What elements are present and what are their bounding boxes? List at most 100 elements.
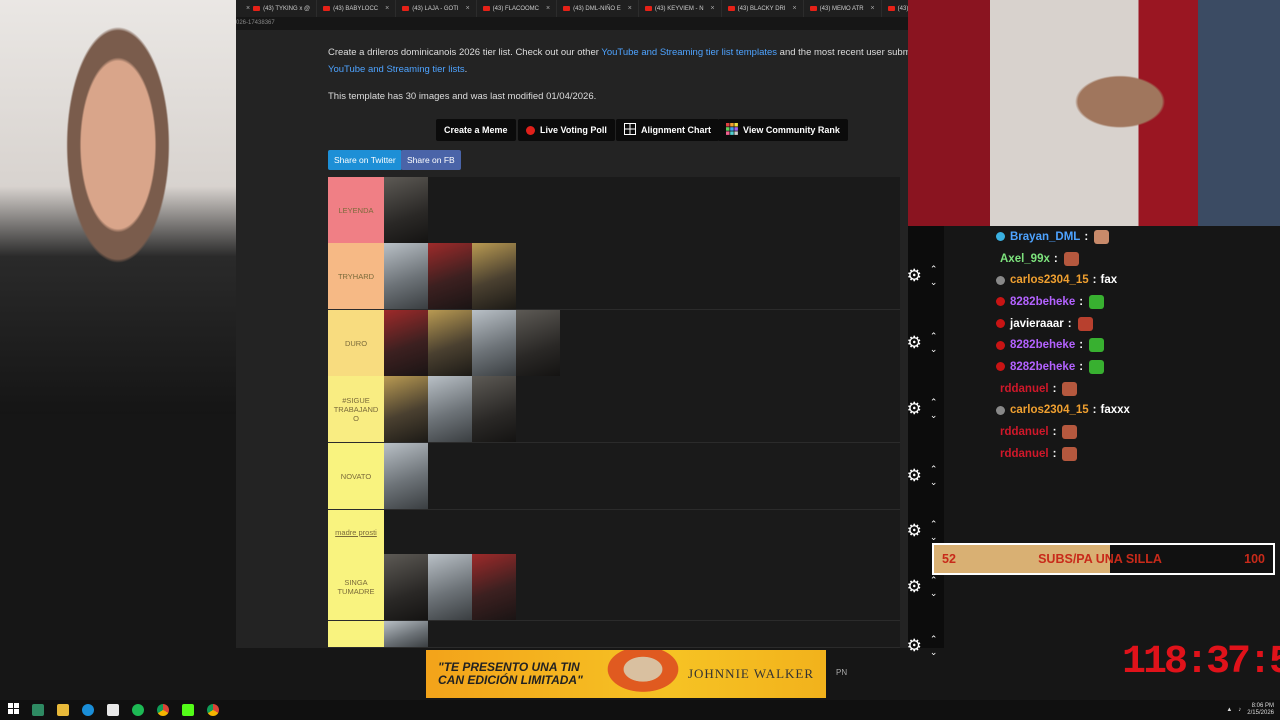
close-tab-icon[interactable]: ×	[466, 5, 470, 12]
close-tab-icon[interactable]: ×	[385, 5, 389, 12]
chevron-up-icon[interactable]: ⌃	[930, 518, 938, 531]
templates-link[interactable]: YouTube and Streaming tier list template…	[601, 47, 777, 58]
browser-tab[interactable]: (43) DML-NIÑO E ×	[557, 0, 639, 17]
view-community-rank-button[interactable]: View Community Rank	[718, 119, 848, 141]
advertisement-banner[interactable]: "TE PRESENTO UNA TIN CAN EDICIÓN LIMITAD…	[426, 650, 826, 698]
chevron-down-icon[interactable]: ⌄	[930, 276, 938, 289]
tier-image[interactable]	[472, 310, 516, 376]
gear-icon[interactable]: ⚙	[907, 399, 922, 419]
tier-label[interactable]: #SIGUE TRABAJAND O	[328, 376, 384, 442]
tier-image[interactable]	[428, 243, 472, 309]
close-tab-icon[interactable]: ×	[711, 5, 715, 12]
gear-icon[interactable]: ⚙	[907, 333, 922, 353]
chevron-down-icon[interactable]: ⌄	[930, 343, 938, 356]
browser-tab[interactable]: (43) LAJA - GOTI ×	[396, 0, 477, 17]
share-twitter-button[interactable]: Share on Twitter	[328, 150, 402, 170]
gear-icon[interactable]: ⚙	[907, 636, 922, 656]
chevron-up-icon[interactable]: ⌃	[930, 633, 938, 646]
tier-image[interactable]	[384, 310, 428, 376]
chevron-down-icon[interactable]: ⌄	[930, 531, 938, 544]
chat-username[interactable]: rddanuel	[1000, 448, 1049, 460]
chat-username[interactable]: Brayan_DML	[1010, 231, 1080, 243]
kick-icon[interactable]	[182, 704, 194, 716]
volume-icon[interactable]: ♪	[1238, 707, 1241, 713]
chat-username[interactable]: 8282beheke	[1010, 339, 1075, 351]
chrome-icon[interactable]	[157, 704, 169, 716]
close-tab-icon[interactable]: ×	[246, 5, 250, 12]
tier-image[interactable]	[384, 243, 428, 309]
tier-image[interactable]	[384, 177, 428, 243]
close-tab-icon[interactable]: ×	[546, 5, 550, 12]
user-badge-icon	[996, 232, 1005, 242]
gear-icon[interactable]: ⚙	[907, 577, 922, 597]
youtube-icon	[644, 6, 652, 11]
chevron-down-icon[interactable]: ⌄	[930, 587, 938, 600]
chevron-up-icon[interactable]: ⌃	[930, 463, 938, 476]
browser-tab[interactable]: (43) BABYLOCC ×	[317, 0, 397, 17]
tier-image[interactable]	[428, 554, 472, 620]
tier-image[interactable]	[384, 554, 428, 620]
browser-tab[interactable]: (43) FLACOOMC ×	[477, 0, 558, 17]
tier-label[interactable]: TRYHARD	[328, 243, 384, 309]
tier-label[interactable]: SINGA TUMADRE	[328, 554, 384, 620]
tier-image[interactable]	[428, 376, 472, 442]
chevron-up-icon[interactable]: ⌃	[930, 396, 938, 409]
gear-icon[interactable]: ⚙	[907, 521, 922, 541]
chat-username[interactable]: javieraaar	[1010, 318, 1064, 330]
sub-goal-bar: 52 SUBS/PA UNA SILLA 100	[932, 543, 1275, 575]
tier-image[interactable]	[516, 310, 560, 376]
tier-image[interactable]	[428, 310, 472, 376]
chat-username[interactable]: 8282beheke	[1010, 296, 1075, 308]
tier-label[interactable]: madre prosti	[328, 510, 384, 554]
windows-start-icon[interactable]	[8, 701, 19, 719]
alignment-chart-button[interactable]: Alignment Chart	[616, 119, 720, 141]
tier-label[interactable]: DURO	[328, 310, 384, 376]
tier-image[interactable]	[384, 376, 428, 442]
tier-image[interactable]	[384, 621, 428, 647]
tray-clock[interactable]: 8:06 PM 2/15/2026	[1247, 703, 1274, 717]
tier-label[interactable]: LEYENDA	[328, 177, 384, 243]
tier-image[interactable]	[384, 443, 428, 509]
share-fb-button[interactable]: Share on FB	[401, 150, 461, 170]
chat-username[interactable]: rddanuel	[1000, 426, 1049, 438]
browser-tab[interactable]: (43) Mac×	[882, 0, 908, 17]
spotify-icon[interactable]	[132, 704, 144, 716]
terminal-icon[interactable]	[32, 704, 44, 716]
tier-label[interactable]: NOVATO	[328, 443, 384, 509]
chevron-up-icon[interactable]: ⌃	[930, 263, 938, 276]
chevron-down-icon[interactable]: ⌄	[930, 409, 938, 422]
chat-text: fax	[1100, 274, 1118, 287]
close-tab-icon[interactable]: ×	[871, 5, 875, 12]
browser-tab[interactable]: (43) MEMO ATR ×	[804, 0, 882, 17]
close-tab-icon[interactable]: ×	[793, 5, 797, 12]
create-meme-button[interactable]: Create a Meme	[436, 119, 516, 141]
tier-row-controls: ⚙ ⌃ ⌄	[900, 264, 944, 288]
live-voting-poll-button[interactable]: Live Voting Poll	[518, 119, 615, 141]
notepad-icon[interactable]	[107, 704, 119, 716]
chat-username[interactable]: rddanuel	[1000, 383, 1049, 395]
edge-browser-icon[interactable]	[82, 704, 94, 716]
chevron-down-icon[interactable]: ⌄	[930, 476, 938, 489]
chat-username[interactable]: Axel_99x	[1000, 253, 1050, 265]
browser-tab[interactable]: × (43) TYKING x @	[236, 0, 318, 17]
close-tab-icon[interactable]: ×	[628, 5, 632, 12]
chevron-up-icon[interactable]: ⌃	[930, 574, 938, 587]
chevron-up-icon[interactable]: ⌃	[930, 330, 938, 343]
chrome-alt-icon[interactable]	[207, 704, 219, 716]
tray-chevron-icon[interactable]: ▲	[1226, 707, 1232, 713]
file-explorer-icon[interactable]	[57, 704, 69, 716]
chevron-down-icon[interactable]: ⌄	[930, 646, 938, 659]
tier-image[interactable]	[472, 554, 516, 620]
recent-lists-link[interactable]: YouTube and Streaming tier lists	[328, 64, 465, 75]
chat-username[interactable]: carlos2304_15	[1010, 274, 1089, 286]
gear-icon[interactable]: ⚙	[907, 266, 922, 286]
browser-tab[interactable]: (43) BLACKY DRI ×	[722, 0, 804, 17]
chat-username[interactable]: carlos2304_15	[1010, 404, 1089, 416]
tier-image[interactable]	[472, 376, 516, 442]
tier-image[interactable]	[472, 243, 516, 309]
browser-tab[interactable]: (43) KEYVIEM - N ×	[639, 0, 722, 17]
tier-label[interactable]	[328, 621, 384, 647]
chat-message: Axel_99x:	[996, 248, 1280, 270]
gear-icon[interactable]: ⚙	[907, 466, 922, 486]
chat-username[interactable]: 8282beheke	[1010, 361, 1075, 373]
